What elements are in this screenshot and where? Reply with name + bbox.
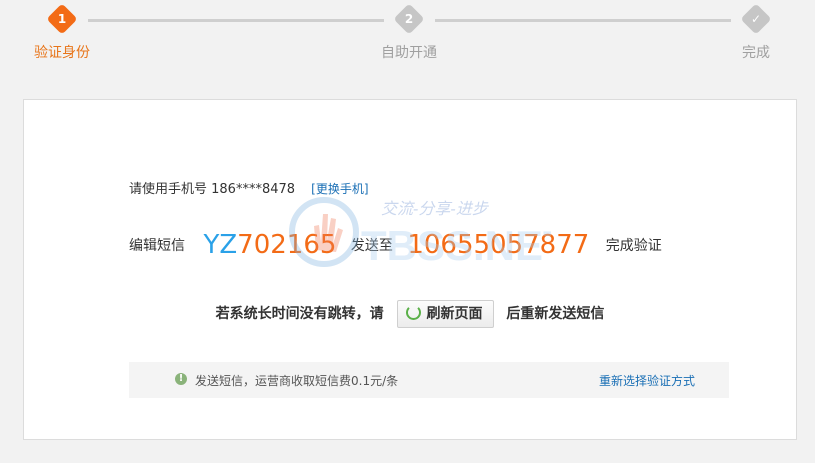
refresh-hint-after: 后重新发送短信 (506, 306, 605, 322)
step-connector (88, 19, 384, 22)
step-2-badge-icon: 2 (393, 3, 425, 35)
refresh-page-button[interactable]: 刷新页面 (396, 300, 494, 328)
info-icon: ! (175, 373, 187, 385)
sms-fee-notice: ! 发送短信，运营商收取短信费0.1元/条 重新选择验证方式 (129, 362, 729, 398)
step-2-label: 自助开通 (381, 45, 437, 61)
complete-label: 完成验证 (605, 238, 662, 254)
step-1-badge-icon: 1 (46, 3, 78, 35)
sms-instruction-row: 编辑短信 YZ702165 发送至 10655057877 完成验证 (129, 230, 662, 264)
target-number: 10655057877 (407, 230, 590, 260)
progress-stepper: 1 验证身份 2 自助开通 ✓ 完成 (0, 0, 815, 70)
step-connector (435, 19, 731, 22)
sms-code-number: 702165 (237, 230, 337, 260)
refresh-button-label: 刷新页面 (426, 306, 483, 322)
step-1-label: 验证身份 (34, 45, 90, 61)
verification-panel: 请使用手机号 186****8478 [更换手机] 编辑短信 YZ702165 … (23, 99, 797, 440)
sms-code-prefix: YZ (203, 230, 238, 260)
change-phone-link[interactable]: [更换手机] (311, 182, 368, 196)
fee-message: 发送短信，运营商收取短信费0.1元/条 (195, 374, 399, 388)
checkmark-icon: ✓ (740, 3, 772, 35)
send-to-label: 发送至 (350, 238, 393, 254)
phone-number-text: 请使用手机号 186****8478 (129, 182, 296, 197)
sms-label: 编辑短信 (129, 238, 185, 254)
refresh-row: 若系统长时间没有跳转，请 刷新页面 后重新发送短信 (24, 300, 796, 328)
reselect-verification-link[interactable]: 重新选择验证方式 (599, 372, 695, 389)
step-3-label: 完成 (742, 45, 770, 61)
phone-number-row: 请使用手机号 186****8478 [更换手机] (129, 178, 369, 197)
watermark-slogan: 交流-分享-进步 (381, 199, 490, 218)
loading-spinner-icon (405, 305, 421, 320)
refresh-hint-before: 若系统长时间没有跳转，请 (215, 306, 384, 322)
